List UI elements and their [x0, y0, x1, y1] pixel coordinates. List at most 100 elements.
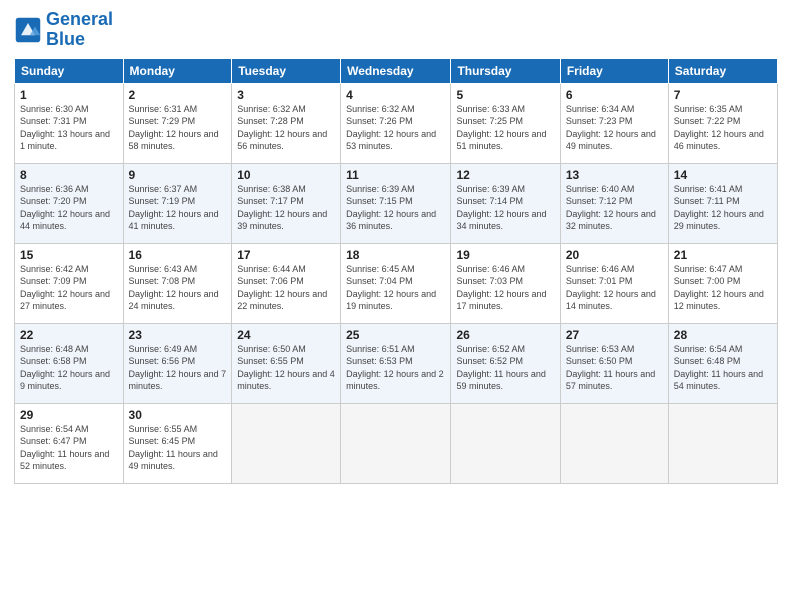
sunrise-label: Sunrise: 6:31 AM — [129, 104, 198, 114]
daylight-label: Daylight: 12 hours and 17 minutes. — [456, 289, 546, 312]
day-info: Sunrise: 6:38 AM Sunset: 7:17 PM Dayligh… — [237, 183, 335, 233]
day-number: 7 — [674, 88, 772, 102]
daylight-label: Daylight: 12 hours and 51 minutes. — [456, 129, 546, 152]
sunrise-label: Sunrise: 6:34 AM — [566, 104, 635, 114]
calendar-day-30: 30 Sunrise: 6:55 AM Sunset: 6:45 PM Dayl… — [123, 403, 232, 483]
daylight-label: Daylight: 11 hours and 59 minutes. — [456, 369, 545, 392]
day-info: Sunrise: 6:46 AM Sunset: 7:01 PM Dayligh… — [566, 263, 663, 313]
day-number: 23 — [129, 328, 227, 342]
day-info: Sunrise: 6:42 AM Sunset: 7:09 PM Dayligh… — [20, 263, 118, 313]
sunset-label: Sunset: 6:48 PM — [674, 356, 741, 366]
sunset-label: Sunset: 7:26 PM — [346, 116, 413, 126]
sunrise-label: Sunrise: 6:33 AM — [456, 104, 525, 114]
sunrise-label: Sunrise: 6:51 AM — [346, 344, 415, 354]
sunset-label: Sunset: 7:15 PM — [346, 196, 413, 206]
logo: General Blue — [14, 10, 113, 50]
day-info: Sunrise: 6:44 AM Sunset: 7:06 PM Dayligh… — [237, 263, 335, 313]
calendar-day-25: 25 Sunrise: 6:51 AM Sunset: 6:53 PM Dayl… — [341, 323, 451, 403]
calendar-day-21: 21 Sunrise: 6:47 AM Sunset: 7:00 PM Dayl… — [668, 243, 777, 323]
day-number: 5 — [456, 88, 554, 102]
day-number: 21 — [674, 248, 772, 262]
day-number: 3 — [237, 88, 335, 102]
sunrise-label: Sunrise: 6:46 AM — [456, 264, 525, 274]
sunset-label: Sunset: 7:31 PM — [20, 116, 87, 126]
day-number: 14 — [674, 168, 772, 182]
day-number: 27 — [566, 328, 663, 342]
calendar-day-14: 14 Sunrise: 6:41 AM Sunset: 7:11 PM Dayl… — [668, 163, 777, 243]
calendar-day-2: 2 Sunrise: 6:31 AM Sunset: 7:29 PM Dayli… — [123, 83, 232, 163]
calendar-day-13: 13 Sunrise: 6:40 AM Sunset: 7:12 PM Dayl… — [560, 163, 668, 243]
empty-cell — [560, 403, 668, 483]
calendar-day-4: 4 Sunrise: 6:32 AM Sunset: 7:26 PM Dayli… — [341, 83, 451, 163]
sunset-label: Sunset: 7:23 PM — [566, 116, 633, 126]
calendar-week-3: 15 Sunrise: 6:42 AM Sunset: 7:09 PM Dayl… — [15, 243, 778, 323]
day-info: Sunrise: 6:41 AM Sunset: 7:11 PM Dayligh… — [674, 183, 772, 233]
day-number: 13 — [566, 168, 663, 182]
day-info: Sunrise: 6:48 AM Sunset: 6:58 PM Dayligh… — [20, 343, 118, 393]
day-info: Sunrise: 6:51 AM Sunset: 6:53 PM Dayligh… — [346, 343, 445, 393]
calendar-header-sunday: Sunday — [15, 58, 124, 83]
sunrise-label: Sunrise: 6:50 AM — [237, 344, 306, 354]
sunrise-label: Sunrise: 6:30 AM — [20, 104, 89, 114]
daylight-label: Daylight: 12 hours and 32 minutes. — [566, 209, 656, 232]
daylight-label: Daylight: 12 hours and 58 minutes. — [129, 129, 219, 152]
daylight-label: Daylight: 12 hours and 19 minutes. — [346, 289, 436, 312]
calendar-day-12: 12 Sunrise: 6:39 AM Sunset: 7:14 PM Dayl… — [451, 163, 560, 243]
sunset-label: Sunset: 7:14 PM — [456, 196, 523, 206]
day-number: 25 — [346, 328, 445, 342]
sunrise-label: Sunrise: 6:47 AM — [674, 264, 743, 274]
calendar-day-9: 9 Sunrise: 6:37 AM Sunset: 7:19 PM Dayli… — [123, 163, 232, 243]
day-info: Sunrise: 6:32 AM Sunset: 7:26 PM Dayligh… — [346, 103, 445, 153]
day-number: 16 — [129, 248, 227, 262]
sunrise-label: Sunrise: 6:32 AM — [346, 104, 415, 114]
day-number: 15 — [20, 248, 118, 262]
calendar-day-17: 17 Sunrise: 6:44 AM Sunset: 7:06 PM Dayl… — [232, 243, 341, 323]
day-info: Sunrise: 6:30 AM Sunset: 7:31 PM Dayligh… — [20, 103, 118, 153]
sunrise-label: Sunrise: 6:46 AM — [566, 264, 635, 274]
day-info: Sunrise: 6:43 AM Sunset: 7:08 PM Dayligh… — [129, 263, 227, 313]
logo-text: General Blue — [46, 10, 113, 50]
day-number: 1 — [20, 88, 118, 102]
calendar-header-saturday: Saturday — [668, 58, 777, 83]
sunset-label: Sunset: 7:00 PM — [674, 276, 741, 286]
daylight-label: Daylight: 12 hours and 24 minutes. — [129, 289, 219, 312]
sunrise-label: Sunrise: 6:48 AM — [20, 344, 89, 354]
day-info: Sunrise: 6:52 AM Sunset: 6:52 PM Dayligh… — [456, 343, 554, 393]
calendar-day-16: 16 Sunrise: 6:43 AM Sunset: 7:08 PM Dayl… — [123, 243, 232, 323]
sunset-label: Sunset: 7:22 PM — [674, 116, 741, 126]
calendar-day-26: 26 Sunrise: 6:52 AM Sunset: 6:52 PM Dayl… — [451, 323, 560, 403]
sunset-label: Sunset: 7:28 PM — [237, 116, 304, 126]
daylight-label: Daylight: 12 hours and 34 minutes. — [456, 209, 546, 232]
calendar-day-19: 19 Sunrise: 6:46 AM Sunset: 7:03 PM Dayl… — [451, 243, 560, 323]
sunrise-label: Sunrise: 6:44 AM — [237, 264, 306, 274]
sunset-label: Sunset: 7:20 PM — [20, 196, 87, 206]
empty-cell — [668, 403, 777, 483]
sunrise-label: Sunrise: 6:37 AM — [129, 184, 198, 194]
sunrise-label: Sunrise: 6:42 AM — [20, 264, 89, 274]
calendar-day-7: 7 Sunrise: 6:35 AM Sunset: 7:22 PM Dayli… — [668, 83, 777, 163]
calendar-day-6: 6 Sunrise: 6:34 AM Sunset: 7:23 PM Dayli… — [560, 83, 668, 163]
day-number: 4 — [346, 88, 445, 102]
sunset-label: Sunset: 7:01 PM — [566, 276, 633, 286]
sunset-label: Sunset: 6:50 PM — [566, 356, 633, 366]
day-number: 12 — [456, 168, 554, 182]
calendar-day-23: 23 Sunrise: 6:49 AM Sunset: 6:56 PM Dayl… — [123, 323, 232, 403]
page-container: General Blue SundayMondayTuesdayWednesda… — [0, 0, 792, 612]
day-info: Sunrise: 6:54 AM Sunset: 6:48 PM Dayligh… — [674, 343, 772, 393]
day-info: Sunrise: 6:34 AM Sunset: 7:23 PM Dayligh… — [566, 103, 663, 153]
daylight-label: Daylight: 11 hours and 54 minutes. — [674, 369, 763, 392]
day-info: Sunrise: 6:39 AM Sunset: 7:15 PM Dayligh… — [346, 183, 445, 233]
day-info: Sunrise: 6:45 AM Sunset: 7:04 PM Dayligh… — [346, 263, 445, 313]
sunset-label: Sunset: 7:12 PM — [566, 196, 633, 206]
calendar-header-wednesday: Wednesday — [341, 58, 451, 83]
day-info: Sunrise: 6:40 AM Sunset: 7:12 PM Dayligh… — [566, 183, 663, 233]
sunrise-label: Sunrise: 6:40 AM — [566, 184, 635, 194]
sunset-label: Sunset: 7:29 PM — [129, 116, 196, 126]
day-number: 10 — [237, 168, 335, 182]
day-number: 20 — [566, 248, 663, 262]
sunset-label: Sunset: 7:09 PM — [20, 276, 87, 286]
calendar-header-thursday: Thursday — [451, 58, 560, 83]
day-info: Sunrise: 6:50 AM Sunset: 6:55 PM Dayligh… — [237, 343, 335, 393]
sunrise-label: Sunrise: 6:54 AM — [20, 424, 89, 434]
sunset-label: Sunset: 7:17 PM — [237, 196, 304, 206]
